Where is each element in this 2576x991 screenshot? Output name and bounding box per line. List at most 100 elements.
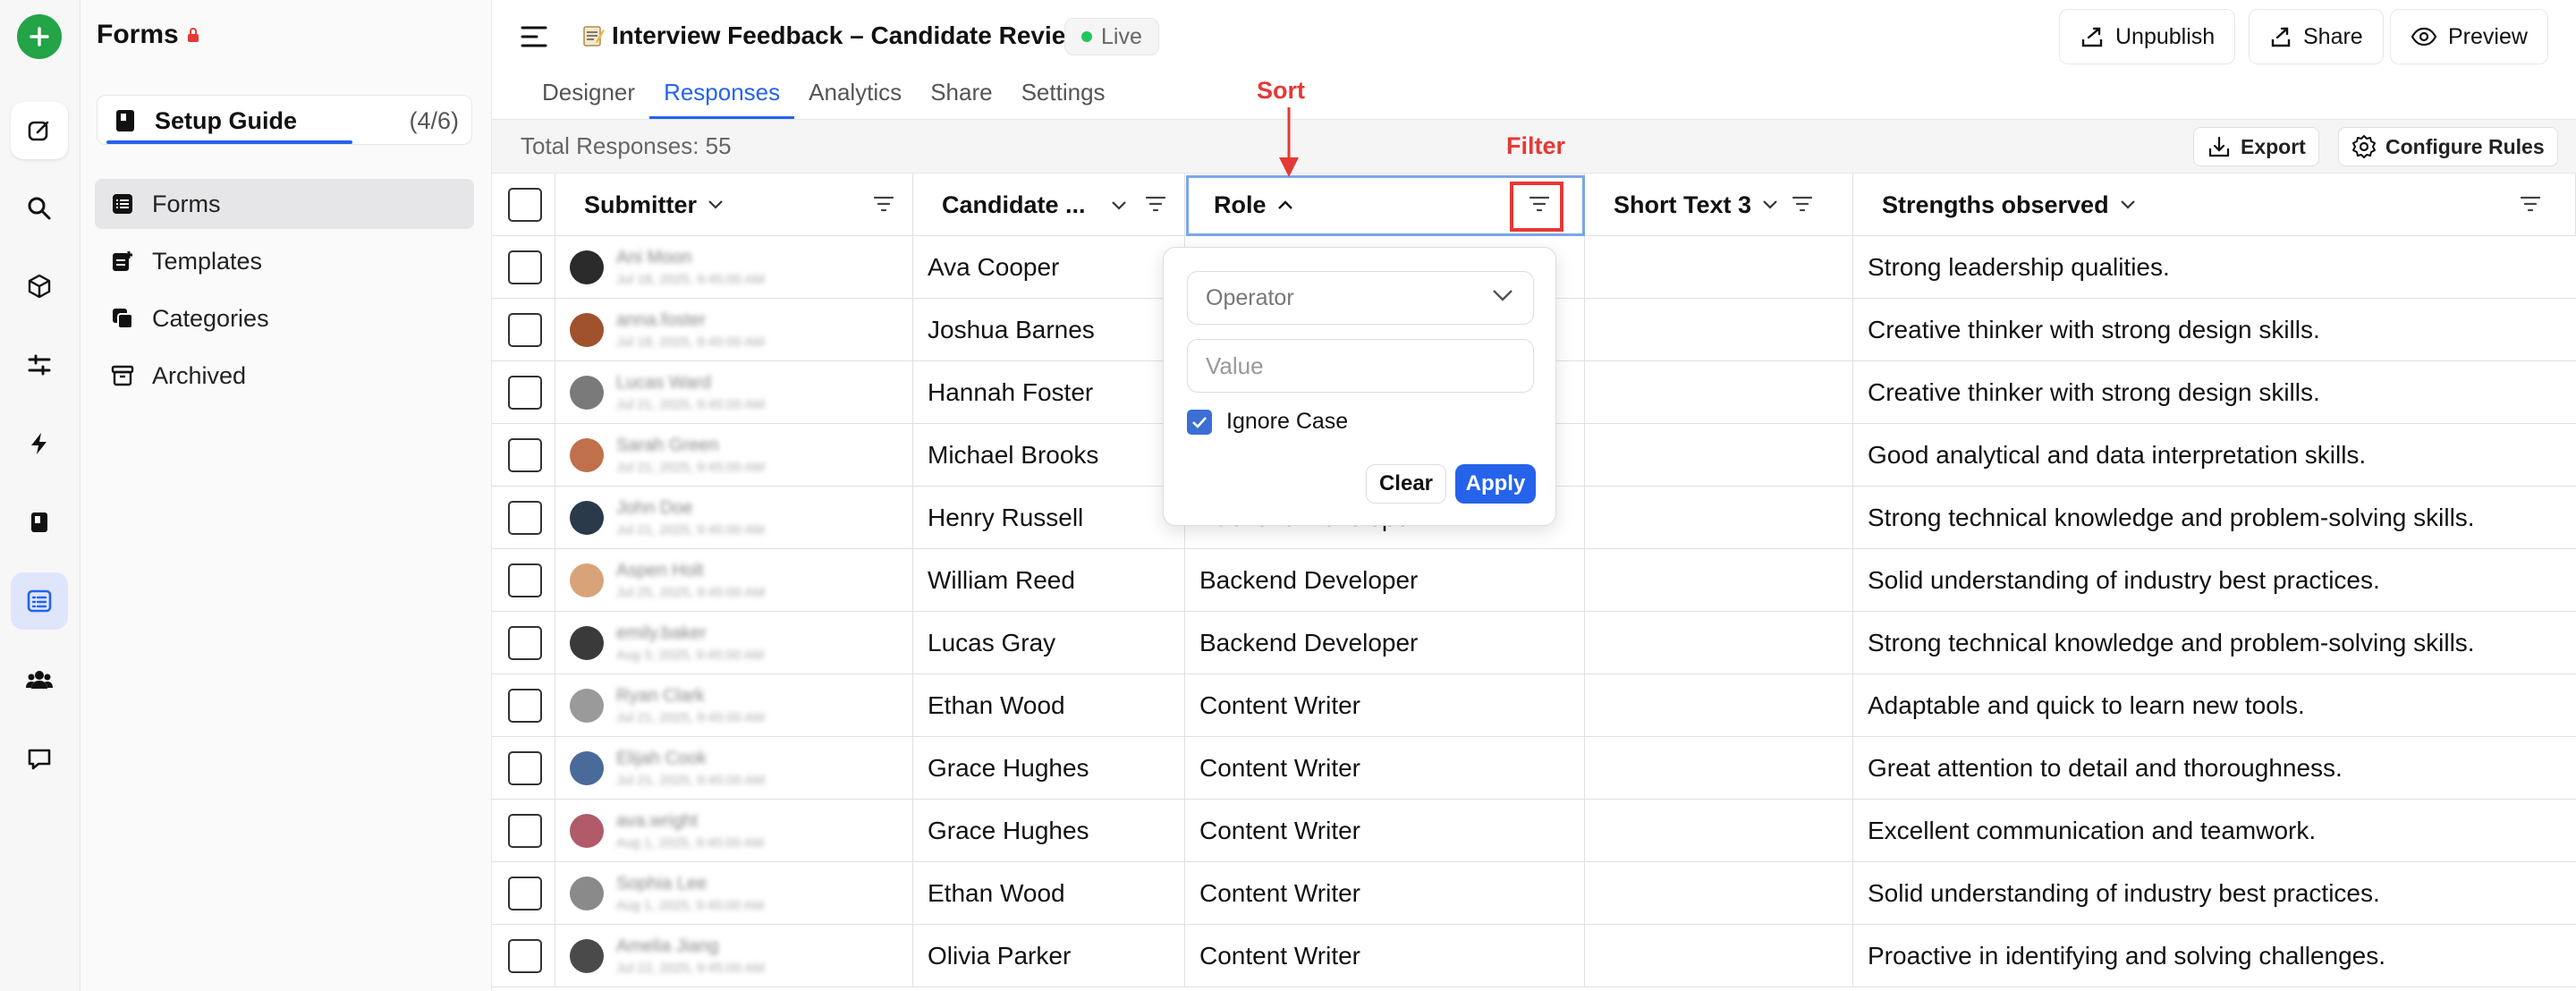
submitter-name: Sarah Green [616,436,719,455]
candidate-cell: Ava Cooper [913,236,1185,299]
table-row[interactable]: emily.baker Aug 3, 2025, 9:45:00 AM Luca… [492,612,2576,674]
search-icon[interactable] [11,180,68,237]
apply-button[interactable]: Apply [1455,464,1536,504]
memo-icon [583,26,605,47]
sidebar: Forms Setup Guide (4/6) Forms Templates … [80,0,492,991]
row-checkbox[interactable] [508,438,542,472]
column-header-strengths[interactable]: Strengths observed [1853,174,2576,236]
submitter-info: Elijah Cook Jul 21, 2025, 9:45:00 AM [616,749,765,788]
table-row[interactable]: Amelia Jiang Jul 22, 2025, 9:45:00 AM Ol… [492,925,2576,987]
submitter-name: Ani Moon [616,248,692,267]
submitted-date: Jul 25, 2025, 9:45:00 AM [616,585,765,600]
avatar [570,751,604,785]
menu-icon[interactable] [521,25,547,48]
users-icon[interactable] [11,651,68,708]
row-checkbox[interactable] [508,313,542,347]
sliders-icon[interactable] [11,336,68,394]
tab-settings[interactable]: Settings [1007,79,1120,119]
tab-designer[interactable]: Designer [528,79,649,119]
submitter-name: emily.baker [616,623,707,643]
row-checkbox[interactable] [508,563,542,597]
tab-responses[interactable]: Responses [649,79,795,119]
avatar [570,313,604,347]
preview-button[interactable]: Preview [2390,9,2548,64]
chevron-down-icon[interactable] [1762,199,1778,210]
submitter-info: Amelia Jiang Jul 22, 2025, 9:45:00 AM [616,936,765,976]
row-checkbox[interactable] [508,376,542,410]
table-row[interactable]: ava.wright Aug 1, 2025, 9:45:00 AM Grace… [492,800,2576,862]
live-dot [1081,31,1092,42]
column-header-candidate[interactable]: Candidate ... [913,174,1185,236]
clear-button[interactable]: Clear [1366,464,1446,504]
setup-guide[interactable]: Setup Guide (4/6) [97,95,472,145]
submitter-name: Ryan Clark [616,686,705,706]
table-row[interactable]: Elijah Cook Jul 21, 2025, 9:45:00 AM Gra… [492,737,2576,800]
chevron-down-icon[interactable] [2120,199,2136,210]
short-text-cell [1585,549,1853,612]
submitted-date: Aug 3, 2025, 9:45:00 AM [616,648,765,663]
filter-icon[interactable] [873,195,894,213]
book-icon[interactable] [11,494,68,551]
tab-analytics[interactable]: Analytics [794,79,916,119]
cube-icon[interactable] [11,258,68,315]
edit-icon[interactable] [11,102,68,159]
submitter-cell: John Doe Jul 21, 2025, 9:45:00 AM [555,487,913,549]
chevron-down-icon[interactable] [1111,200,1127,211]
sidebar-item-categories[interactable]: Categories [95,293,474,343]
submitted-date: Jul 21, 2025, 9:45:00 AM [616,710,765,725]
table-row[interactable]: Aspen Holt Jul 25, 2025, 9:45:00 AM Will… [492,549,2576,612]
table-row[interactable]: Sophia Lee Aug 1, 2025, 9:45:00 AM Ethan… [492,862,2576,925]
bolt-icon[interactable] [11,415,68,472]
sidebar-item-forms[interactable]: Forms [95,179,474,229]
sidebar-item-templates[interactable]: Templates [95,236,474,286]
configure-rules-button[interactable]: Configure Rules [2338,127,2558,166]
submitter-info: John Doe Jul 21, 2025, 9:45:00 AM [616,498,765,538]
column-header-submitter[interactable]: Submitter [555,174,913,236]
row-select-cell [492,862,555,925]
short-text-cell [1585,925,1853,987]
column-header-short-text[interactable]: Short Text 3 [1585,174,1853,236]
add-icon[interactable] [17,14,62,59]
submitter-name: anna.foster [616,310,707,330]
row-checkbox[interactable] [508,689,542,723]
ignore-case-checkbox[interactable] [1187,409,1212,435]
strengths-cell: Creative thinker with strong design skil… [1868,378,2320,406]
row-checkbox[interactable] [508,250,542,284]
icon-rail [0,0,80,991]
row-checkbox[interactable] [508,877,542,911]
row-checkbox[interactable] [508,751,542,785]
submitter-cell: Ani Moon Jul 18, 2025, 9:45:00 AM [555,236,913,299]
submitter-info: Lucas Ward Jul 21, 2025, 9:45:00 AM [616,373,765,412]
row-select-cell [492,612,555,674]
row-checkbox[interactable] [508,626,542,660]
submitted-date: Jul 18, 2025, 9:45:00 AM [616,272,765,287]
filter-value-input[interactable] [1187,339,1534,393]
filter-icon[interactable] [1145,195,1166,213]
sort-annotation: Sort [1257,77,1305,104]
chat-icon[interactable] [11,730,68,787]
role-cell: Backend Developer [1185,549,1585,612]
share-button[interactable]: Share [2249,9,2384,64]
chevron-up-icon[interactable] [1277,199,1293,210]
filter-icon[interactable] [2520,195,2541,213]
sidebar-title: Forms [97,20,200,50]
unpublish-button[interactable]: Unpublish [2059,9,2236,64]
operator-select[interactable]: Operator [1187,271,1534,325]
list-icon[interactable] [11,572,68,630]
submitter-name: Amelia Jiang [616,936,719,956]
row-checkbox[interactable] [508,939,542,973]
table-row[interactable]: Ryan Clark Jul 21, 2025, 9:45:00 AM Etha… [492,674,2576,737]
select-all-checkbox[interactable] [508,188,542,222]
sidebar-item-archived[interactable]: Archived [95,351,474,401]
row-checkbox[interactable] [508,501,542,535]
short-text-cell [1585,737,1853,800]
unpublish-icon [2081,27,2103,47]
tab-share[interactable]: Share [916,79,1006,119]
candidate-cell: William Reed [913,549,1185,612]
filter-icon[interactable] [1792,195,1813,213]
export-button[interactable]: Export [2193,127,2319,166]
ignore-case-option[interactable]: Ignore Case [1187,409,1348,435]
row-checkbox[interactable] [508,814,542,848]
chevron-down-icon[interactable] [708,199,724,210]
filter-highlight-box [1510,182,1563,232]
